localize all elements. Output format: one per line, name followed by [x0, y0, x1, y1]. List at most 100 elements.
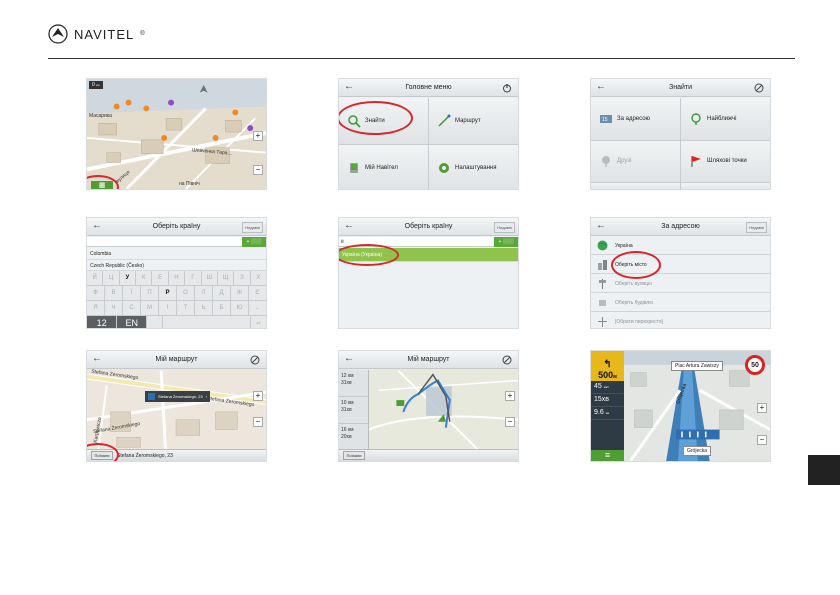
key-enter[interactable]: ↵ [251, 316, 266, 328]
key[interactable]: Н [168, 271, 185, 285]
zoom-in-button[interactable]: + [505, 391, 515, 401]
time-value: 15хв [594, 396, 610, 403]
search-input[interactable]: + ░░░ [87, 237, 266, 247]
back-arrow-icon[interactable]: ← [596, 82, 606, 92]
key[interactable]: Х [250, 271, 266, 285]
key[interactable]: О [177, 286, 194, 300]
list-item[interactable]: Czech Republic (Česko) [87, 261, 266, 271]
menu-item-settings[interactable]: Налаштування [429, 145, 518, 189]
on-screen-keyboard: ЙЦУКЕНГШЩЗХ ФВЇПРОЛДЖЄ Я Ч С М І Т Ь Б Ю ← 12 EN … [87, 271, 266, 328]
route-option[interactable]: 10 км 31хв [339, 397, 368, 424]
zoom-out-button[interactable]: − [253, 417, 263, 427]
key[interactable]: Ю [231, 301, 248, 315]
search-button[interactable]: + ░░░ [242, 237, 266, 247]
key[interactable]: Ч [105, 301, 122, 315]
find-by-address[interactable]: 15 За адресою [591, 98, 680, 140]
list-item[interactable]: Colombia [87, 249, 266, 260]
key[interactable]: П [141, 286, 158, 300]
destination-label: Stefana Żeromskiego, 23 [117, 452, 173, 459]
key[interactable]: У [119, 271, 136, 285]
key[interactable]: Щ [217, 271, 234, 285]
key[interactable]: Ж [231, 286, 248, 300]
screenshot-find-menu: ← Знайти 15 За адресою Найближчі Друзі Ш… [590, 78, 771, 190]
zoom-in-button[interactable]: + [253, 131, 263, 141]
zoom-out-button[interactable]: − [253, 165, 263, 175]
highlight-circle [339, 244, 399, 266]
key[interactable]: Ш [201, 271, 217, 285]
back-arrow-icon[interactable]: ← [344, 221, 354, 231]
key[interactable]: Ф [87, 286, 104, 300]
key-language[interactable]: EN [117, 316, 147, 328]
top-bar: ← За адресою Недавні [591, 218, 770, 236]
key[interactable]: Ї [123, 286, 140, 300]
route-option[interactable]: 16 км 20хв [339, 424, 368, 451]
key[interactable]: Я [87, 301, 104, 315]
back-arrow-icon[interactable]: ← [344, 354, 354, 364]
find-item-label: Друзі [617, 158, 632, 165]
point-popup[interactable]: Stefana Żeromskiego, 23 › [145, 391, 211, 402]
recent-button[interactable]: Недавні [494, 222, 515, 233]
key[interactable]: М [141, 301, 158, 315]
top-bar: ← Мій маршрут [87, 351, 266, 369]
screen-title: Знайти [668, 84, 692, 91]
building-icon [599, 300, 606, 306]
key[interactable]: Д [213, 286, 230, 300]
go-button[interactable]: Поїхали [343, 451, 365, 460]
screen-title: Головне меню [405, 84, 452, 91]
search-button[interactable]: + ░░░ [494, 237, 518, 247]
key[interactable]: Є [249, 286, 266, 300]
next-turn-panel[interactable]: ↰ 500м [591, 351, 624, 381]
key[interactable]: В [105, 286, 122, 300]
key[interactable]: Й [87, 271, 103, 285]
key[interactable]: С [123, 301, 140, 315]
address-item-label: Україна [615, 242, 633, 249]
key[interactable]: І [159, 301, 176, 315]
zoom-out-button[interactable]: − [757, 435, 767, 445]
recent-button[interactable]: Недавні [746, 222, 767, 233]
back-arrow-icon[interactable]: ← [92, 354, 102, 364]
zoom-out-button[interactable]: − [505, 417, 515, 427]
address-country[interactable]: Україна [591, 237, 770, 255]
key[interactable]: ← [249, 301, 266, 315]
key-space[interactable] [162, 316, 251, 328]
menu-item-my-navitel[interactable]: Мій Навітел [339, 145, 428, 189]
find-friends: Друзі [591, 140, 680, 182]
satellite-icon[interactable] [250, 355, 260, 365]
find-waypoints[interactable]: Шляхові точки [681, 140, 770, 182]
route-option[interactable]: 12 км 31хв [339, 370, 368, 397]
key[interactable]: Р [159, 286, 176, 300]
power-icon[interactable] [502, 83, 512, 93]
nav-info-panel: ↰ 500м 45 км/г 15хв 9.6 км ≡ [591, 351, 624, 461]
key[interactable]: Т [177, 301, 194, 315]
satellite-icon[interactable] [754, 83, 764, 93]
key-blank[interactable] [147, 316, 162, 328]
zoom-in-button[interactable]: + [757, 403, 767, 413]
key[interactable]: Ь [195, 301, 212, 315]
menu-item-route[interactable]: Маршрут [429, 98, 518, 144]
key[interactable]: Б [213, 301, 230, 315]
back-arrow-icon[interactable]: ← [596, 221, 606, 231]
menu-button[interactable]: ≡ [591, 450, 624, 461]
back-arrow-icon[interactable]: ← [92, 221, 102, 231]
key[interactable]: К [136, 271, 152, 285]
back-arrow-icon[interactable]: ← [344, 82, 354, 92]
screenshot-navigation: ↰ 500м 45 км/г 15хв 9.6 км ≡ Plac Artura… [590, 350, 771, 462]
route-distance: 16 [341, 427, 347, 433]
key[interactable]: З [234, 271, 250, 285]
key[interactable]: Ц [103, 271, 119, 285]
key[interactable]: Г [185, 271, 201, 285]
hamburger-icon: ≡ [604, 450, 611, 460]
distance-value: 0 [92, 82, 95, 88]
key[interactable]: Е [152, 271, 168, 285]
find-nearest[interactable]: Найближчі [681, 98, 770, 140]
recent-button[interactable]: Недавні [242, 222, 263, 233]
key-numbers[interactable]: 12 [87, 316, 117, 328]
satellite-icon[interactable] [502, 355, 512, 365]
remaining-distance: 9.6 [594, 409, 604, 416]
screen-title: Оберіть країну [404, 223, 453, 230]
remaining-distance-unit: км [605, 411, 610, 415]
key[interactable]: Л [195, 286, 212, 300]
zoom-in-button[interactable]: + [253, 391, 263, 401]
highlight-circle [339, 101, 413, 135]
my-navitel-icon [350, 163, 358, 173]
